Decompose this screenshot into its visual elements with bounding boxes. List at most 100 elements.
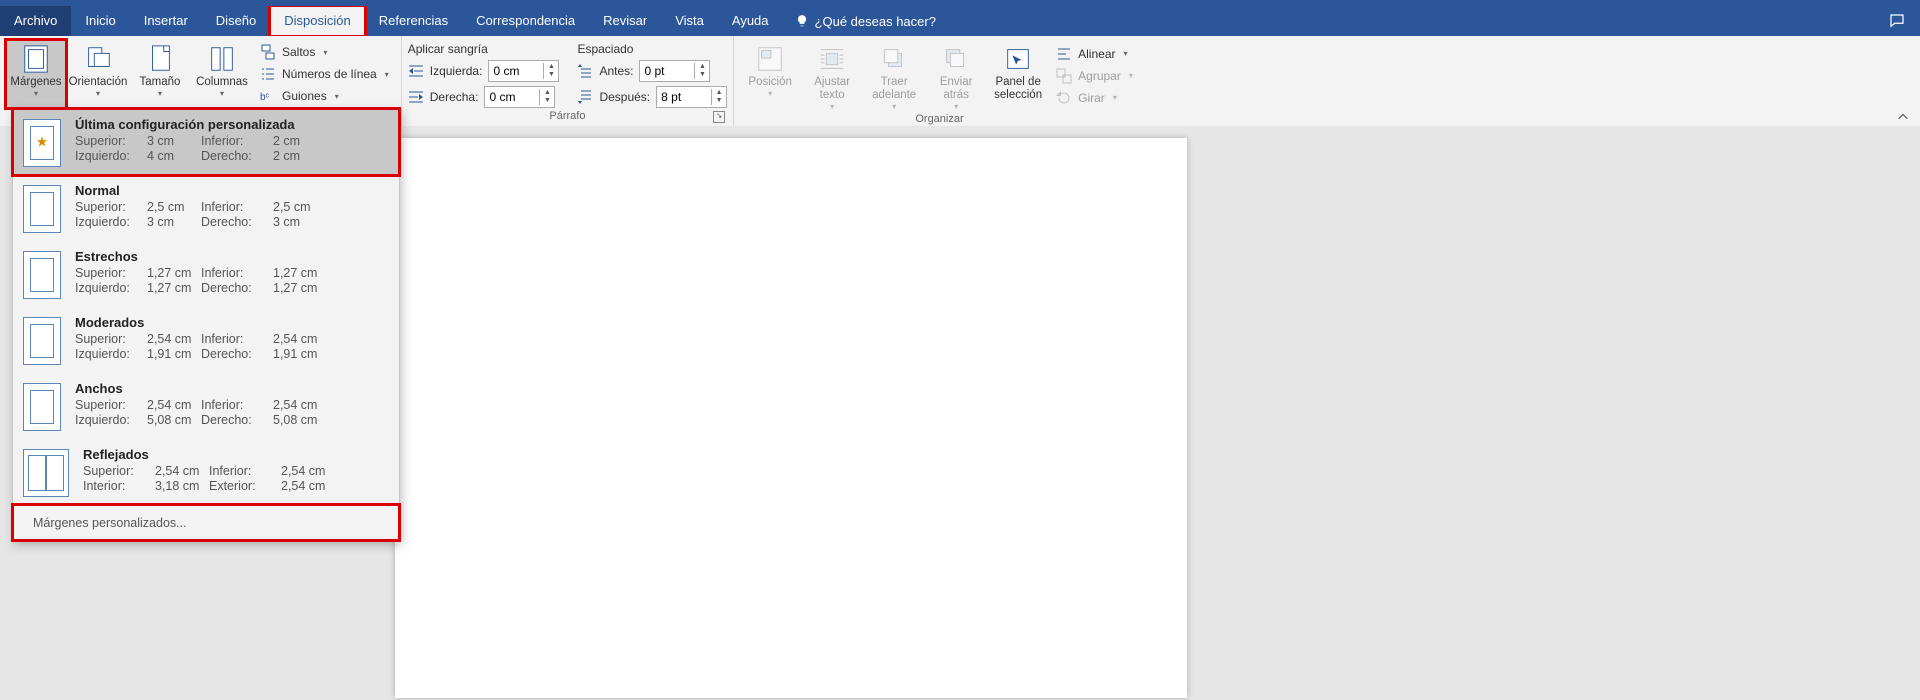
margin-value: 2 cm <box>273 134 327 148</box>
margins-preview-icon <box>23 251 61 299</box>
align-icon <box>1056 46 1072 62</box>
tab-disposición[interactable]: Disposición <box>270 6 364 36</box>
tab-vista[interactable]: Vista <box>661 6 718 36</box>
margins-option-title: Última configuración personalizada <box>75 117 389 132</box>
margin-value: 2,54 cm <box>147 332 201 346</box>
margins-option-title: Anchos <box>75 381 389 396</box>
indent-left-icon <box>408 63 424 79</box>
margins-option-2[interactable]: EstrechosSuperior:1,27 cmInferior:1,27 c… <box>13 241 399 307</box>
margin-label: Izquierdo: <box>75 413 147 427</box>
spacing-after-input[interactable]: ▲▼ <box>656 86 727 108</box>
margin-label: Exterior: <box>209 479 281 493</box>
indent-right-input[interactable]: ▲▼ <box>484 86 555 108</box>
margin-label: Superior: <box>75 200 147 214</box>
margin-value: 1,27 cm <box>147 281 201 295</box>
margin-label: Superior: <box>83 464 155 478</box>
tell-me-placeholder: ¿Qué deseas hacer? <box>815 14 936 29</box>
margins-preview-icon <box>23 119 61 167</box>
indent-right-field: Derecha: ▲▼ <box>408 86 560 108</box>
margin-value: 2 cm <box>273 149 327 163</box>
breaks-button[interactable]: Saltos▾ <box>254 42 395 62</box>
spacing-header: Espaciado <box>577 42 727 56</box>
margin-label: Superior: <box>75 332 147 346</box>
indent-header: Aplicar sangría <box>408 42 560 56</box>
margin-label: Derecho: <box>201 149 273 163</box>
hyphenation-icon: bᶜ <box>260 88 276 104</box>
tab-correspondencia[interactable]: Correspondencia <box>462 6 589 36</box>
margin-value: 1,27 cm <box>147 266 201 280</box>
margins-preview-icon <box>23 185 61 233</box>
indent-left-input[interactable]: ▲▼ <box>488 60 559 82</box>
spacing-before-field: Antes: ▲▼ <box>577 60 727 82</box>
margins-dropdown: Última configuración personalizada Superi… <box>12 108 400 541</box>
margins-preview-icon <box>23 449 69 497</box>
tab-diseño[interactable]: Diseño <box>202 6 270 36</box>
margins-preview-icon <box>23 317 61 365</box>
custom-margins-item[interactable]: Márgenes personalizados... <box>13 505 399 540</box>
margin-label: Derecho: <box>201 215 273 229</box>
group-paragraph: Aplicar sangría Espaciado Izquierda: ▲▼ … <box>402 36 734 126</box>
spacing-before-icon <box>577 63 593 79</box>
chevron-down-icon: ▾ <box>34 89 38 98</box>
margin-value: 1,27 cm <box>273 281 327 295</box>
margin-value: 3 cm <box>147 215 201 229</box>
tab-file[interactable]: Archivo <box>0 6 71 36</box>
tab-insertar[interactable]: Insertar <box>130 6 202 36</box>
margin-value: 5,08 cm <box>147 413 201 427</box>
align-button[interactable]: Alinear▾ <box>1050 44 1139 64</box>
tab-referencias[interactable]: Referencias <box>365 6 462 36</box>
margin-label: Inferior: <box>201 134 273 148</box>
group-label-arrange: Organizar <box>740 111 1139 127</box>
chevron-up-icon <box>1896 110 1910 124</box>
size-button[interactable]: Tamaño ▾ <box>130 40 190 108</box>
columns-button[interactable]: Columnas ▾ <box>192 40 252 108</box>
collapse-ribbon-button[interactable] <box>1896 110 1910 124</box>
margins-option-title: Moderados <box>75 315 389 330</box>
paragraph-dialog-launcher[interactable]: ↘ <box>713 111 725 123</box>
margin-value: 1,91 cm <box>273 347 327 361</box>
selection-pane-button[interactable]: Panel de selección <box>988 40 1048 111</box>
margins-option-0[interactable]: Última configuración personalizadaSuperi… <box>13 109 399 175</box>
margins-option-4[interactable]: AnchosSuperior:2,54 cmInferior:2,54 cmIz… <box>13 373 399 439</box>
spacing-before-input[interactable]: ▲▼ <box>639 60 710 82</box>
ribbon-tabs: Archivo InicioInsertarDiseñoDisposiciónR… <box>0 6 1920 36</box>
send-backward-button: Enviar atrás▾ <box>926 40 986 111</box>
chevron-down-icon: ▾ <box>158 89 162 98</box>
margin-value: 2,54 cm <box>155 464 209 478</box>
margins-option-title: Normal <box>75 183 389 198</box>
margin-label: Izquierdo: <box>75 281 147 295</box>
margin-value: 2,5 cm <box>273 200 327 214</box>
margins-option-5[interactable]: ReflejadosSuperior:2,54 cmInferior:2,54 … <box>13 439 399 505</box>
wrap-text-icon <box>816 44 848 74</box>
tab-ayuda[interactable]: Ayuda <box>718 6 783 36</box>
margin-label: Derecho: <box>201 281 273 295</box>
comments-button[interactable] <box>1874 6 1920 36</box>
hyphenation-button[interactable]: bᶜ Guiones▾ <box>254 86 395 106</box>
margin-label: Inferior: <box>201 332 273 346</box>
margins-option-1[interactable]: NormalSuperior:2,5 cmInferior:2,5 cmIzqu… <box>13 175 399 241</box>
group-arrange: Posición▾ Ajustar texto▾ Traer adelante▾… <box>734 36 1145 126</box>
line-numbers-button[interactable]: Números de línea▾ <box>254 64 395 84</box>
margin-value: 2,5 cm <box>147 200 201 214</box>
margins-option-3[interactable]: ModeradosSuperior:2,54 cmInferior:2,54 c… <box>13 307 399 373</box>
margin-value: 1,27 cm <box>273 266 327 280</box>
margin-label: Derecho: <box>201 413 273 427</box>
margins-option-title: Reflejados <box>83 447 389 462</box>
margin-label: Superior: <box>75 398 147 412</box>
rotate-icon <box>1056 90 1072 106</box>
tell-me-search[interactable]: ¿Qué deseas hacer? <box>783 6 948 36</box>
margins-button[interactable]: Márgenes ▾ <box>6 40 66 108</box>
orientation-button[interactable]: Orientación ▾ <box>68 40 128 108</box>
document-page[interactable] <box>395 138 1187 698</box>
rotate-button: Girar▾ <box>1050 88 1139 108</box>
margin-value: 2,54 cm <box>273 332 327 346</box>
position-icon <box>754 44 786 74</box>
breaks-icon <box>260 44 276 60</box>
group-label-paragraph: Párrafo ↘ <box>408 108 727 124</box>
tab-revisar[interactable]: Revisar <box>589 6 661 36</box>
tab-inicio[interactable]: Inicio <box>71 6 129 36</box>
margin-label: Superior: <box>75 266 147 280</box>
margin-label: Derecho: <box>201 347 273 361</box>
wrap-text-button: Ajustar texto▾ <box>802 40 862 111</box>
margin-value: 2,54 cm <box>147 398 201 412</box>
